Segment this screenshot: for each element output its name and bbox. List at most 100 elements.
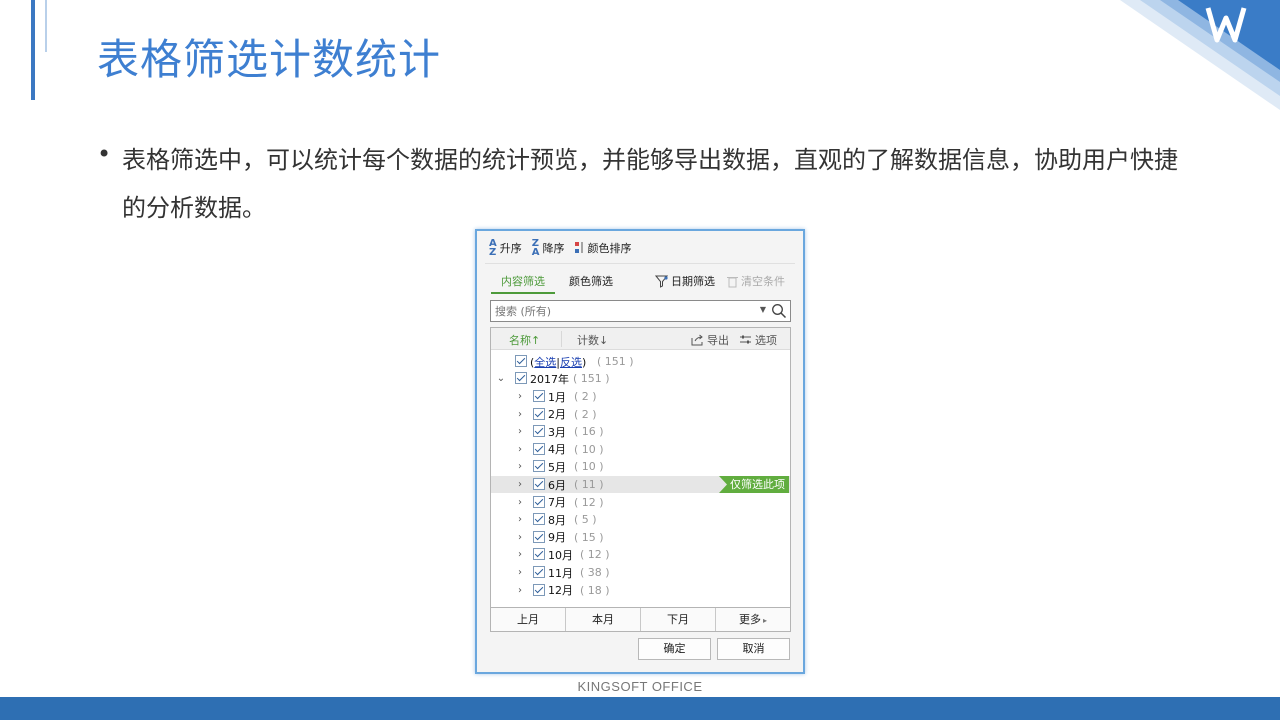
select-all-link[interactable]: 全选 <box>534 356 556 369</box>
chevron-right-icon[interactable]: › <box>515 391 525 402</box>
slide-body-text: 表格筛选中，可以统计每个数据的统计预览，并能够导出数据，直观的了解数据信息，协助… <box>122 146 1178 222</box>
month-checkbox[interactable] <box>533 442 545 455</box>
options-icon <box>740 335 751 344</box>
chevron-right-icon[interactable]: › <box>515 549 525 560</box>
month-checkbox[interactable] <box>533 548 545 561</box>
month-checkbox[interactable] <box>533 390 545 402</box>
month-row[interactable]: › 2月 ( 2 ) <box>491 406 790 423</box>
sort-toolbar: AZ 升序 ZA 降序 颜色排序 <box>489 238 642 258</box>
ok-button[interactable]: 确定 <box>638 638 711 660</box>
tab-content-filter[interactable]: 内容筛选 <box>491 273 555 294</box>
list-header: 名称↑ 计数↓ 导出 选项 <box>491 328 790 350</box>
title-accent-bar-light <box>45 0 47 52</box>
chevron-right-icon[interactable]: › <box>515 532 525 543</box>
slide-title: 表格筛选计数统计 <box>97 35 442 84</box>
month-row[interactable]: › 10月 ( 12 ) <box>491 546 790 563</box>
clear-conditions-button[interactable]: 清空条件 <box>727 273 785 289</box>
chevron-down-icon[interactable]: ⌄ <box>496 373 506 384</box>
sort-asc-label: 升序 <box>499 242 522 255</box>
sort-by-count-header[interactable]: 计数↓ <box>577 332 608 348</box>
month-label: 12月 <box>548 584 573 598</box>
sort-color-button[interactable]: 颜色排序 <box>574 240 632 256</box>
count-header-label: 计数 <box>577 334 599 347</box>
only-filter-this-button[interactable]: 仅筛选此项 <box>719 476 789 493</box>
chevron-right-icon[interactable]: › <box>515 497 525 508</box>
month-label: 7月 <box>548 496 566 510</box>
title-accent-bar <box>31 0 35 100</box>
search-dropdown-icon[interactable]: ▼ <box>760 305 766 314</box>
this-month-button[interactable]: 本月 <box>566 608 641 631</box>
name-header-label: 名称 <box>509 334 531 347</box>
more-button[interactable]: 更多 ▸ <box>716 608 790 631</box>
month-label: 6月 <box>548 478 566 492</box>
month-row[interactable]: › 4月 ( 10 ) <box>491 441 790 458</box>
month-checkbox[interactable] <box>533 495 545 508</box>
chevron-right-icon[interactable]: › <box>515 585 525 596</box>
date-filter-button[interactable]: 日期筛选 <box>655 273 715 289</box>
footer-brand-text: KINGSOFT OFFICE <box>577 679 703 694</box>
sort-asc-button[interactable]: AZ 升序 <box>489 238 522 258</box>
chevron-right-icon[interactable]: › <box>515 409 525 420</box>
month-row[interactable]: › 6月 ( 11 ) 仅筛选此项 <box>491 476 790 493</box>
chevron-right-icon[interactable]: › <box>515 444 525 455</box>
sort-az-icon: AZ <box>489 238 497 258</box>
year-row: ⌄ 2017年 ( 151 ) <box>491 370 790 387</box>
month-row[interactable]: › 5月 ( 10 ) <box>491 458 790 475</box>
chevron-right-icon[interactable]: › <box>515 461 525 472</box>
sort-desc-button[interactable]: ZA 降序 <box>531 238 565 258</box>
month-label: 8月 <box>548 513 566 527</box>
month-row[interactable]: › 7月 ( 12 ) <box>491 494 790 511</box>
month-row[interactable]: › 3月 ( 16 ) <box>491 423 790 440</box>
cancel-button[interactable]: 取消 <box>717 638 790 660</box>
month-count: ( 10 ) <box>574 442 604 456</box>
sort-desc-label: 降序 <box>542 242 565 255</box>
month-row[interactable]: › 12月 ( 18 ) <box>491 582 790 599</box>
month-label: 3月 <box>548 425 566 439</box>
year-checkbox[interactable] <box>515 372 527 384</box>
options-button[interactable]: 选项 <box>739 332 777 348</box>
chevron-right-icon[interactable]: › <box>515 567 525 578</box>
month-row[interactable]: › 11月 ( 38 ) <box>491 564 790 581</box>
month-checkbox[interactable] <box>533 460 545 473</box>
invert-selection-link[interactable]: 反选 <box>560 356 582 369</box>
month-count: ( 16 ) <box>574 425 604 439</box>
search-icon[interactable] <box>771 303 787 319</box>
month-count: ( 2 ) <box>574 390 597 403</box>
month-checkbox[interactable] <box>533 566 545 578</box>
export-button[interactable]: 导出 <box>691 332 729 348</box>
month-checkbox[interactable] <box>533 530 545 543</box>
month-checkbox[interactable] <box>533 583 545 596</box>
sort-za-icon: ZA <box>531 238 540 258</box>
color-sort-icon <box>574 242 582 253</box>
month-checkbox[interactable] <box>533 513 545 526</box>
search-input[interactable] <box>491 301 751 321</box>
select-all-checkbox[interactable] <box>515 355 527 367</box>
value-list: 名称↑ 计数↓ 导出 选项 (全选|反选) (151) ⌄ 2017年 (… <box>490 327 791 632</box>
date-filter-label: 日期筛选 <box>671 275 715 288</box>
month-checkbox[interactable] <box>533 407 545 420</box>
select-all-links: (全选|反选) <box>530 355 587 369</box>
year-label: 2017年 <box>530 372 569 386</box>
sort-color-label: 颜色排序 <box>587 242 632 255</box>
month-row[interactable]: › 9月 ( 15 ) <box>491 529 790 546</box>
chevron-right-icon[interactable]: › <box>515 426 525 437</box>
month-row[interactable]: › 8月 ( 5 ) <box>491 511 790 528</box>
export-label: 导出 <box>707 334 729 347</box>
arrow-down-icon: ↓ <box>599 334 609 347</box>
last-month-button[interactable]: 上月 <box>491 608 566 631</box>
month-checkbox[interactable] <box>533 478 545 490</box>
next-month-button[interactable]: 下月 <box>641 608 716 631</box>
chevron-right-icon[interactable]: › <box>515 514 525 525</box>
arrow-up-icon: ↑ <box>531 334 541 347</box>
tab-color-filter[interactable]: 颜色筛选 <box>559 273 623 294</box>
month-checkbox[interactable] <box>533 425 545 438</box>
toolbar-divider <box>485 263 795 264</box>
sort-by-name-header[interactable]: 名称↑ <box>509 332 540 348</box>
header-divider <box>561 331 562 347</box>
clear-conditions-label: 清空条件 <box>741 275 785 288</box>
month-row[interactable]: › 1月 ( 2 ) <box>491 388 790 405</box>
chevron-right-icon[interactable]: › <box>515 479 525 490</box>
trash-icon <box>727 276 738 287</box>
export-icon <box>691 334 703 346</box>
month-label: 5月 <box>548 460 566 474</box>
